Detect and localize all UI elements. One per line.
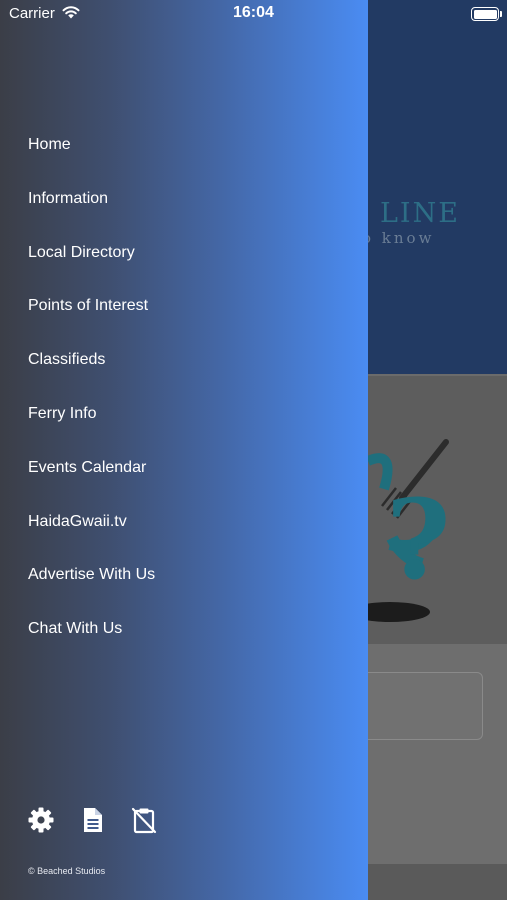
menu-item-information[interactable]: Information bbox=[28, 190, 155, 244]
battery-cap bbox=[500, 11, 502, 17]
menu-item-ferry-info[interactable]: Ferry Info bbox=[28, 405, 155, 459]
drawer-menu: Home Information Local Directory Points … bbox=[28, 136, 155, 674]
status-bar: Carrier 16:04 bbox=[0, 0, 507, 28]
battery-icon bbox=[471, 7, 499, 21]
gear-icon[interactable] bbox=[27, 806, 55, 834]
background-logo-text: LINE bbox=[380, 198, 460, 229]
clipboard-off-icon[interactable] bbox=[130, 806, 158, 834]
menu-item-points-of-interest[interactable]: Points of Interest bbox=[28, 297, 155, 351]
menu-item-local-directory[interactable]: Local Directory bbox=[28, 244, 155, 298]
menu-item-classifieds[interactable]: Classifieds bbox=[28, 351, 155, 405]
menu-item-advertise-with-us[interactable]: Advertise With Us bbox=[28, 566, 155, 620]
wifi-icon bbox=[62, 5, 80, 23]
copyright-text: © Beached Studios bbox=[28, 866, 106, 876]
background-tagline: o know bbox=[362, 229, 435, 247]
menu-item-home[interactable]: Home bbox=[28, 136, 155, 190]
menu-item-chat-with-us[interactable]: Chat With Us bbox=[28, 620, 155, 674]
document-icon[interactable] bbox=[79, 806, 107, 834]
navigation-drawer: Home Information Local Directory Points … bbox=[0, 0, 368, 900]
status-clock: 16:04 bbox=[233, 4, 274, 21]
carrier-label: Carrier bbox=[9, 5, 55, 22]
menu-item-haidagwaii-tv[interactable]: HaidaGwaii.tv bbox=[28, 513, 155, 567]
menu-item-events-calendar[interactable]: Events Calendar bbox=[28, 459, 155, 513]
svg-text:?: ? bbox=[386, 475, 450, 604]
